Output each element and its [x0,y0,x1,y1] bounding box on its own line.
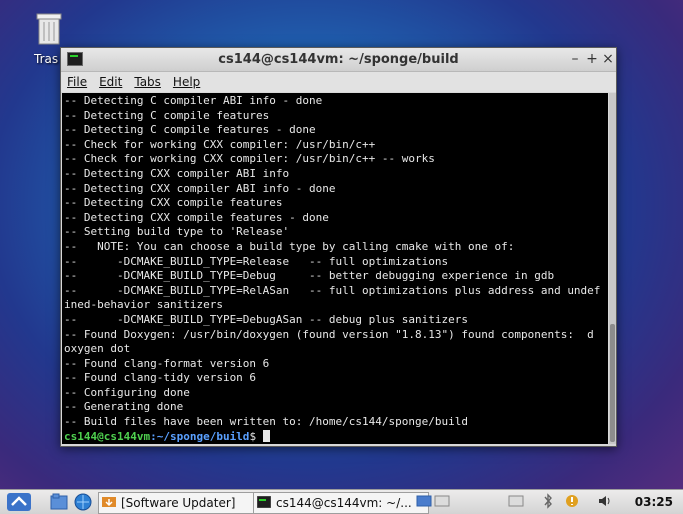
terminal-line: -- -DCMAKE_BUILD_TYPE=RelASan -- full op… [64,283,601,297]
terminal-line: -- Build files have been written to: /ho… [64,415,468,429]
workspace-3-icon[interactable] [508,493,524,509]
web-browser-icon[interactable] [74,492,92,512]
terminal-line: -- Detecting C compile features - done [64,123,316,137]
terminal-line: -- Found clang-tidy version 6 [64,371,257,385]
terminal-line: -- Configuring done [64,385,190,399]
menu-file-label: File [67,75,88,89]
terminal-line: -- -DCMAKE_BUILD_TYPE=Release -- full op… [64,254,449,268]
trash-label: Tras [34,52,59,66]
terminal-line: -- Found clang-format version 6 [64,356,270,370]
terminal-task-icon [257,496,271,508]
window-title: cs144@cs144vm: ~/sponge/build [218,52,459,67]
shell-prompt[interactable]: cs144@cs144vm:~/sponge/build$ [64,429,270,443]
terminal-output[interactable]: -- Detecting C compiler ABI info - done … [62,93,608,444]
close-button[interactable]: × [599,50,617,68]
terminal-line: -- Generating done [64,400,184,414]
software-updater-icon [102,497,116,507]
menu-help[interactable]: Help [173,75,200,89]
workspace-1-icon[interactable] [416,493,432,509]
minimize-button[interactable]: – [566,50,584,68]
trash-icon [36,13,62,45]
terminal-line: -- Found Doxygen: /usr/bin/doxygen (foun… [64,327,594,341]
terminal-line: ined-behavior sanitizers [64,298,223,312]
menu-help-label: Help [172,75,201,89]
menu-bar: File Edit Tabs Help [61,72,616,92]
terminal-line: -- Detecting C compiler ABI info - done [64,94,323,107]
terminal-line: -- Detecting CXX compiler ABI info - don… [64,181,336,195]
terminal-line: -- Check for working CXX compiler: /usr/… [64,137,376,151]
prompt-path: :~/sponge/build [150,429,250,443]
task-terminal[interactable]: cs144@cs144vm: ~/... [253,492,429,514]
terminal-line: -- NOTE: You can choose a build type by … [64,239,515,253]
workspace-2-icon[interactable] [434,493,450,509]
task-label: [Software Updater] [121,496,236,510]
menu-tabs[interactable]: Tabs [134,75,161,89]
terminal-scrollbar[interactable] [609,93,616,444]
window-titlebar[interactable]: cs144@cs144vm: ~/sponge/build – + × [61,48,616,72]
terminal-line: oxygen dot [64,342,131,356]
bluetooth-icon[interactable] [540,493,556,509]
terminal-window[interactable]: cs144@cs144vm: ~/sponge/build – + × File… [60,47,617,447]
start-menu-icon[interactable] [6,492,32,512]
prompt-symbol: $ [249,429,263,443]
terminal-line: -- Detecting CXX compile features [64,196,283,210]
menu-tabs-label: Tabs [134,75,161,89]
terminal-line: -- -DCMAKE_BUILD_TYPE=Debug -- better de… [64,269,555,283]
terminal-line: -- Detecting CXX compile features - done [64,210,329,224]
text-cursor [262,429,270,442]
clock[interactable]: 03:25 [635,492,673,512]
scrollbar-thumb[interactable] [610,324,615,442]
update-notifier-icon[interactable] [564,493,580,509]
terminal-line: -- Detecting C compile features [64,108,270,122]
taskbar: [Software Updater] cs144@cs144vm: ~/... … [0,489,683,514]
file-manager-icon[interactable] [50,492,68,512]
prompt-user: cs144@cs144vm [64,429,151,443]
menu-edit[interactable]: Edit [99,75,122,89]
task-label: cs144@cs144vm: ~/... [276,496,412,510]
task-software-updater[interactable]: [Software Updater] [98,492,257,514]
terminal-line: -- Check for working CXX compiler: /usr/… [64,152,435,166]
trash-desktop-icon[interactable] [34,12,70,50]
menu-file[interactable]: File [67,75,87,89]
volume-icon[interactable] [597,493,613,509]
menu-edit-label: Edit [99,75,123,89]
terminal-line: -- Setting build type to 'Release' [64,225,290,239]
terminal-line: -- Detecting CXX compiler ABI info [64,166,290,180]
terminal-line: -- -DCMAKE_BUILD_TYPE=DebugASan -- debug… [64,312,468,326]
